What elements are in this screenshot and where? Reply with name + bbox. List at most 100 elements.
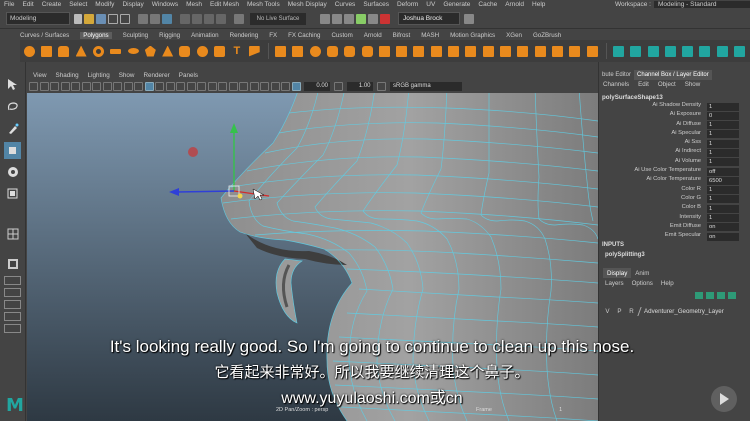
new-layer-icon[interactable]: [717, 292, 725, 299]
select-hierarchy-icon[interactable]: [138, 13, 148, 24]
render-settings-icon[interactable]: [344, 13, 354, 24]
poly-torus-icon[interactable]: [91, 44, 105, 59]
shelf-tab-xgen[interactable]: XGen: [506, 32, 522, 39]
user-account-dropdown[interactable]: Joshua Brock: [398, 12, 460, 25]
menu-help[interactable]: Help: [532, 1, 545, 8]
attribute-value[interactable]: 1: [707, 204, 739, 213]
scale-tool-icon[interactable]: [4, 185, 21, 202]
mirror-icon[interactable]: [377, 44, 391, 59]
poly-pyramid-icon[interactable]: [161, 44, 175, 59]
panel-menu-lighting[interactable]: Lighting: [88, 72, 110, 79]
attribute-row[interactable]: Emit Specular on: [599, 232, 747, 241]
layer-visibility-toggle[interactable]: V: [603, 308, 612, 315]
poly-helix-icon[interactable]: [195, 44, 209, 59]
redo-icon[interactable]: [120, 13, 130, 24]
cylindrical-mapping-icon[interactable]: [646, 44, 660, 59]
poly-sphere-icon[interactable]: [22, 44, 36, 59]
exposure-toggle-icon[interactable]: [291, 81, 301, 91]
menu-cache[interactable]: Cache: [478, 1, 497, 8]
tab-attribute-editor[interactable]: bute Editor: [599, 70, 634, 80]
separate-icon[interactable]: [291, 44, 305, 59]
ipr-render-icon[interactable]: [332, 13, 342, 24]
target-weld-icon[interactable]: [498, 44, 512, 59]
boolean-intersection-icon[interactable]: [360, 44, 374, 59]
hypershade-icon[interactable]: [356, 13, 366, 24]
poly-cone-icon[interactable]: [74, 44, 88, 59]
shelf-tab-bifrost[interactable]: Bifrost: [393, 32, 411, 39]
workspace-selector[interactable]: Workspace : Modeling - Standard: [615, 0, 750, 9]
move-tool-icon[interactable]: [4, 142, 21, 159]
use-default-material-icon[interactable]: [165, 81, 175, 91]
append-polygon-icon[interactable]: [464, 44, 478, 59]
shelf-tab-polygons[interactable]: Polygons: [80, 31, 112, 39]
shelf-tab-mash[interactable]: MASH: [421, 32, 439, 39]
attribute-value[interactable]: 1: [707, 130, 739, 139]
tab-display-layers[interactable]: Display: [603, 268, 632, 278]
shelf-tab-sculpting[interactable]: Sculpting: [123, 32, 148, 39]
poly-cylinder-icon[interactable]: [57, 44, 71, 59]
attribute-value[interactable]: 1: [707, 139, 739, 148]
layer-playback-toggle[interactable]: P: [615, 308, 624, 315]
lasso-tool-icon[interactable]: [4, 98, 21, 115]
menu-deform[interactable]: Deform: [397, 1, 418, 8]
save-scene-icon[interactable]: [96, 13, 106, 24]
attribute-row[interactable]: Ai Specular 1: [599, 130, 747, 139]
use-all-lights-icon[interactable]: [186, 81, 196, 91]
xray-icon[interactable]: [260, 81, 269, 91]
menu-object[interactable]: Object: [658, 81, 676, 88]
menu-select[interactable]: Select: [69, 1, 87, 8]
multisample-aa-icon[interactable]: [228, 81, 238, 91]
attribute-value[interactable]: on: [707, 223, 739, 232]
menu-channels[interactable]: Channels: [603, 81, 629, 88]
attribute-row[interactable]: Ai Sss 1: [599, 139, 747, 148]
display-layer-row[interactable]: V P R Adventurer_Geometry_Layer: [603, 306, 747, 317]
panel-menu-panels[interactable]: Panels: [179, 72, 198, 79]
unfold-uv-icon[interactable]: [698, 44, 712, 59]
boolean-union-icon[interactable]: [325, 44, 339, 59]
view-transform-dropdown[interactable]: sRGB gamma: [390, 81, 462, 91]
menu-options[interactable]: Options: [632, 280, 653, 287]
menu-edit[interactable]: Edit: [22, 1, 33, 8]
snap-view-icon[interactable]: [216, 13, 226, 24]
attribute-value[interactable]: 1: [707, 186, 739, 195]
attribute-row[interactable]: Ai Diffuse 1: [599, 121, 747, 130]
color-management-icon[interactable]: [376, 81, 386, 91]
poly-cube-icon[interactable]: [39, 44, 53, 59]
attribute-value[interactable]: 1: [707, 121, 739, 130]
snap-grid-icon[interactable]: [180, 13, 190, 24]
gamma-toggle-icon[interactable]: [334, 81, 343, 91]
uv-editor-icon[interactable]: [611, 44, 625, 59]
layer-name[interactable]: Adventurer_Geometry_Layer: [644, 308, 724, 315]
attribute-value[interactable]: 1: [707, 148, 739, 157]
shelf-tab-animation[interactable]: Animation: [191, 32, 219, 39]
extrude-icon[interactable]: [412, 44, 426, 59]
shelf-tab-rendering[interactable]: Rendering: [230, 32, 259, 39]
attribute-row[interactable]: Intensity 1: [599, 214, 747, 223]
smooth-icon[interactable]: [308, 44, 322, 59]
textured-icon[interactable]: [176, 81, 185, 91]
depth-of-field-icon[interactable]: [239, 81, 248, 91]
attribute-value[interactable]: off: [707, 167, 739, 176]
poly-platonic-icon[interactable]: [143, 44, 157, 59]
snap-curve-icon[interactable]: [192, 13, 202, 24]
gate-mask-icon[interactable]: [102, 81, 112, 91]
boolean-difference-icon[interactable]: [343, 44, 357, 59]
tab-anim-layers[interactable]: Anim: [631, 268, 653, 278]
attribute-row[interactable]: Ai Exposure 0: [599, 111, 747, 120]
fill-hole-icon[interactable]: [446, 44, 460, 59]
menu-mesh[interactable]: Mesh: [186, 1, 202, 8]
paint-select-tool-icon[interactable]: [4, 120, 21, 137]
new-scene-icon[interactable]: [74, 13, 82, 24]
single-perspective-layout-icon[interactable]: [4, 225, 21, 242]
shape-node-name[interactable]: polySurfaceShape13: [602, 94, 663, 101]
menu-curves[interactable]: Curves: [335, 1, 356, 8]
rotate-tool-icon[interactable]: [4, 163, 21, 180]
shadows-icon[interactable]: [197, 81, 206, 91]
panel-menu-view[interactable]: View: [33, 72, 47, 79]
render-view-icon[interactable]: [368, 13, 378, 24]
poly-pipe-icon[interactable]: [178, 44, 192, 59]
panel-menu-shading[interactable]: Shading: [56, 72, 79, 79]
menu-layers[interactable]: Layers: [605, 280, 624, 287]
attribute-value[interactable]: 1: [707, 158, 739, 167]
attribute-row[interactable]: Ai Shadow Density 1: [599, 102, 747, 111]
